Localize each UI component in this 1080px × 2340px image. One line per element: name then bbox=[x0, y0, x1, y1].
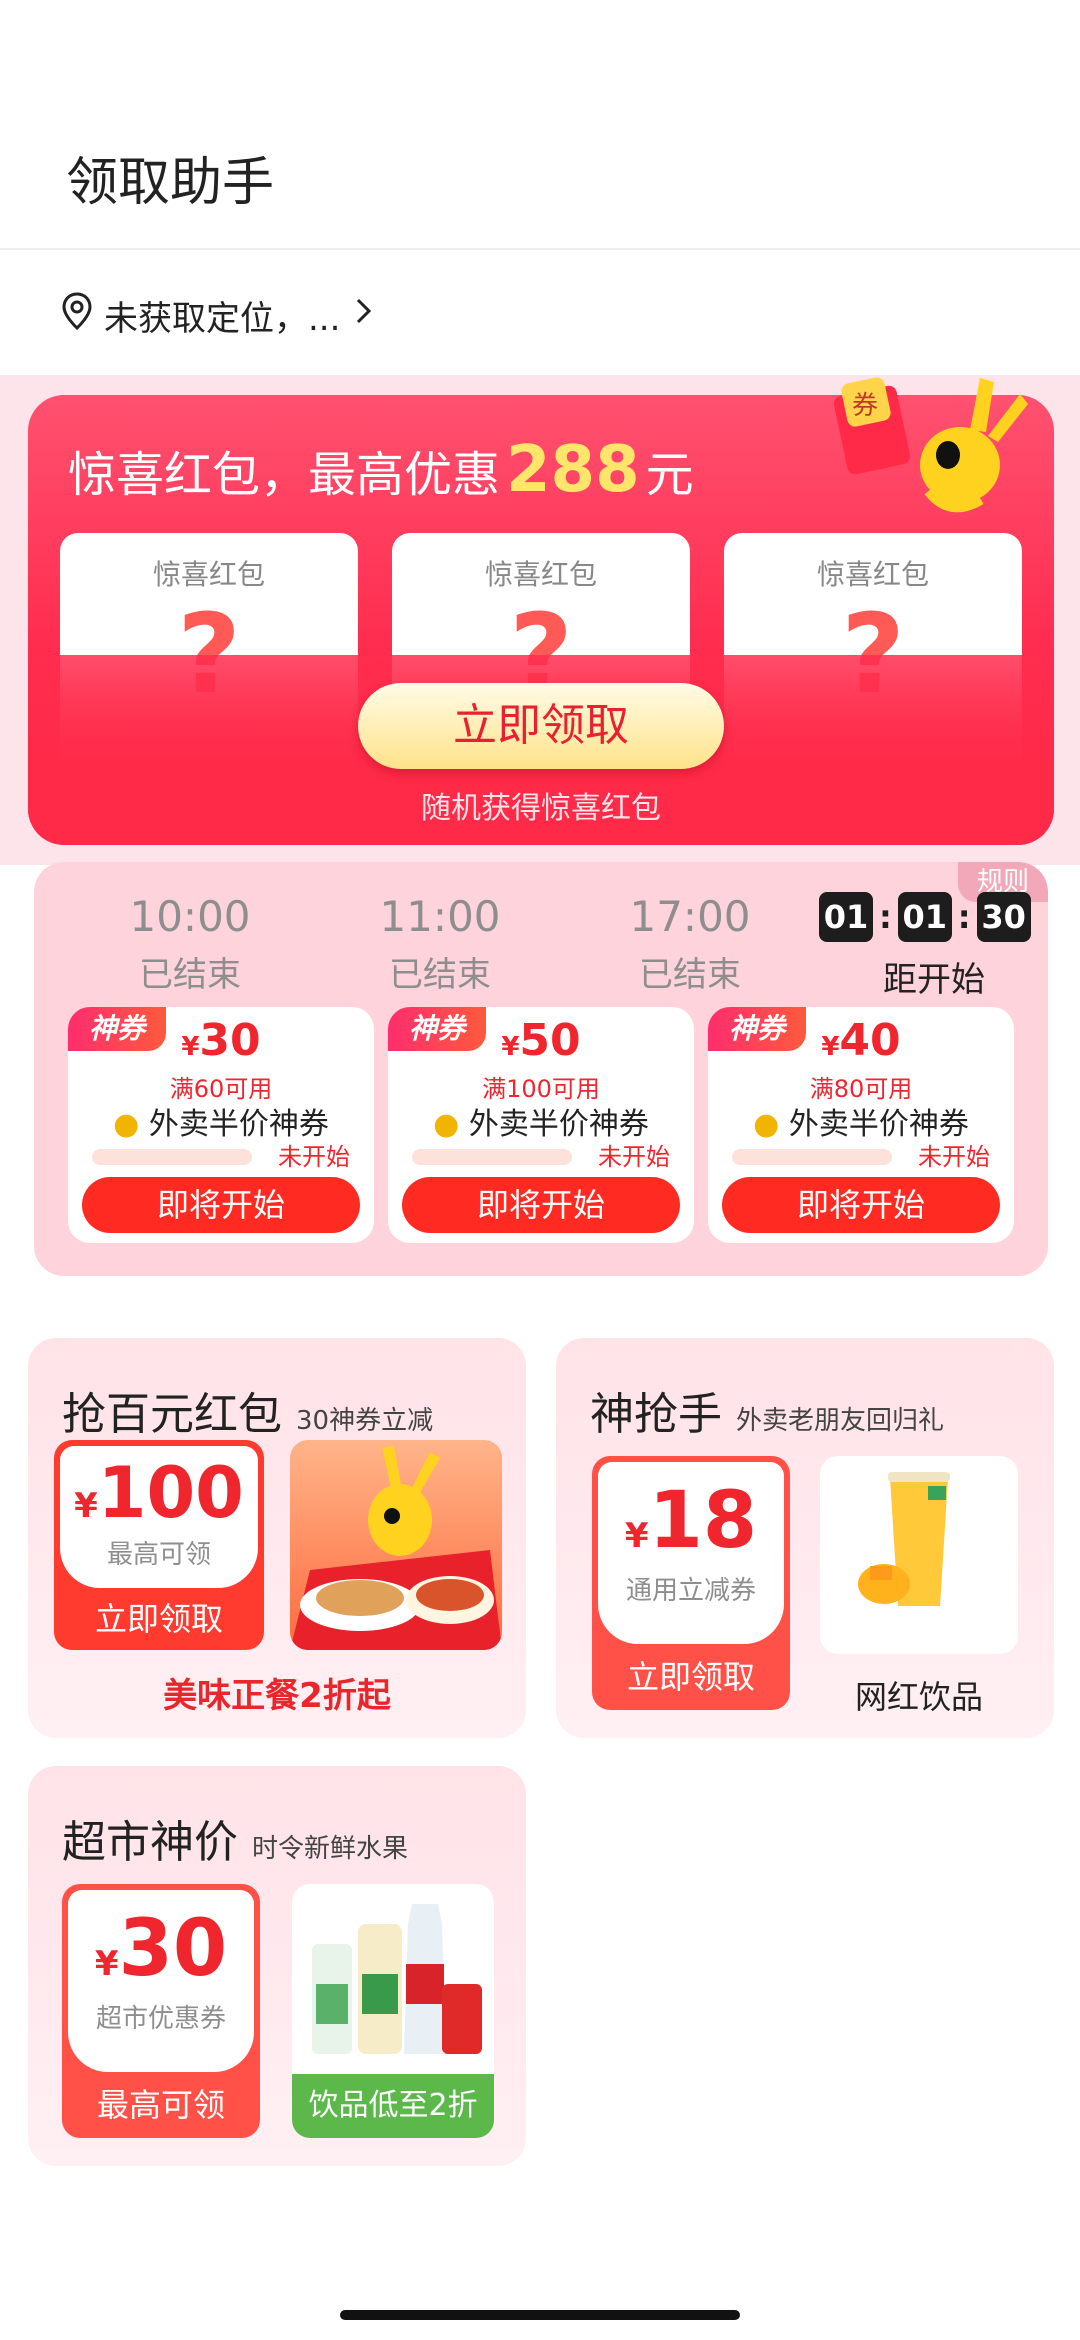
time-slot-time: 11:00 bbox=[379, 892, 501, 941]
time-slot[interactable]: 11:00 已结束 bbox=[330, 892, 550, 996]
hero-title-amount: 288 bbox=[506, 433, 640, 507]
location-text: 未获取定位，... bbox=[104, 298, 341, 339]
countdown-separator: : bbox=[957, 898, 971, 936]
coupon-amount: ¥40 bbox=[821, 1015, 901, 1066]
promo-caption: 饮品低至2折 bbox=[292, 2074, 494, 2138]
hero-title: 惊喜红包，最高优惠 288 元 bbox=[68, 433, 694, 507]
beverages-image[interactable]: 饮品低至2折 bbox=[292, 1884, 494, 2138]
countdown-hours: 01 bbox=[819, 892, 873, 942]
countdown-separator: : bbox=[879, 898, 892, 936]
progress-bar bbox=[92, 1149, 252, 1165]
mystery-slot-label: 惊喜红包 bbox=[152, 558, 265, 591]
coupon-badge-text: 券 bbox=[852, 391, 878, 421]
progress-bar bbox=[732, 1149, 892, 1165]
countdown-timer: 01 : 01 : 30 bbox=[819, 892, 1031, 942]
coupon-state: 未开始 bbox=[278, 1143, 350, 1171]
redpacket-coupon-body: ¥100 最高可领 bbox=[60, 1446, 258, 1588]
coming-soon-button[interactable]: 即将开始 bbox=[82, 1177, 360, 1233]
time-slot[interactable]: 10:00 已结束 bbox=[80, 892, 300, 996]
time-slot-status: 已结束 bbox=[639, 955, 741, 995]
rabbit-icon: ● bbox=[113, 1107, 140, 1142]
card-title-main: 抢百元红包 bbox=[62, 1389, 282, 1440]
hero-subtitle: 随机获得惊喜红包 bbox=[421, 791, 661, 826]
flash-coupon-card[interactable]: 神券 ¥40 满80可用 ● 外卖半价神券 未开始 即将开始 bbox=[708, 1007, 1014, 1243]
claim-button[interactable]: 立即领取 bbox=[592, 1644, 790, 1710]
time-slot-time: 10:00 bbox=[129, 892, 251, 941]
coupon-amount: ¥100 bbox=[74, 1452, 244, 1534]
hongbao-card[interactable]: 抢百元红包 30神券立减 ¥100 最高可领 立即领取 美味正餐2折起 bbox=[28, 1338, 526, 1738]
coupon-state: 未开始 bbox=[598, 1143, 670, 1171]
shenqiangshou-card[interactable]: 神抢手 外卖老朋友回归礼 ¥18 通用立减券 立即领取 网红饮品 bbox=[556, 1338, 1054, 1738]
chevron-right-icon bbox=[354, 295, 384, 335]
time-slot[interactable]: 17:00 已结束 bbox=[580, 892, 800, 996]
coupon-caption: 最高可领 bbox=[106, 1540, 211, 1570]
coupon-amount: ¥30 bbox=[181, 1015, 261, 1066]
flash-coupon-card[interactable]: 神券 ¥30 满60可用 ● 外卖半价神券 未开始 即将开始 bbox=[68, 1007, 374, 1243]
product-label: 网红饮品 bbox=[854, 1678, 983, 1716]
page-title: 领取助手 bbox=[66, 153, 275, 213]
card-title: 神抢手 外卖老朋友回归礼 bbox=[590, 1378, 944, 1442]
countdown-seconds: 30 bbox=[976, 892, 1031, 942]
card-title-sub: 时令新鲜水果 bbox=[252, 1834, 409, 1864]
claim-button[interactable]: 最高可领 bbox=[62, 2072, 260, 2138]
card-title-main: 神抢手 bbox=[590, 1389, 722, 1440]
mystery-slot-label: 惊喜红包 bbox=[816, 558, 929, 591]
card-footer-slogan: 美味正餐2折起 bbox=[163, 1676, 391, 1716]
coming-soon-button[interactable]: 即将开始 bbox=[402, 1177, 680, 1233]
countdown-label: 距开始 bbox=[883, 960, 985, 1000]
flash-coupon-card[interactable]: 神券 ¥50 满100可用 ● 外卖半价神券 未开始 即将开始 bbox=[388, 1007, 694, 1243]
supermarket-coupon[interactable]: ¥30 超市优惠券 最高可领 bbox=[62, 1884, 260, 2138]
coupon-amount: ¥18 bbox=[624, 1476, 758, 1566]
general-coupon-body: ¥18 通用立减券 bbox=[598, 1462, 784, 1644]
progress-bar bbox=[412, 1149, 572, 1165]
location-pin-icon bbox=[60, 291, 104, 340]
card-title-sub: 外卖老朋友回归礼 bbox=[736, 1406, 945, 1436]
mystery-slot-label: 惊喜红包 bbox=[484, 558, 597, 591]
home-indicator[interactable] bbox=[340, 2310, 740, 2320]
app-header: 领取助手 bbox=[0, 0, 1080, 250]
coming-soon-button[interactable]: 即将开始 bbox=[722, 1177, 1000, 1233]
card-title: 超市神价 时令新鲜水果 bbox=[62, 1806, 408, 1870]
location-selector[interactable]: 未获取定位，... bbox=[60, 285, 384, 345]
time-slot-time: 17:00 bbox=[629, 892, 751, 941]
coupon-caption: 通用立减券 bbox=[625, 1576, 756, 1606]
supermarket-coupon-body: ¥30 超市优惠券 bbox=[68, 1890, 254, 2072]
countdown-minutes: 01 bbox=[897, 892, 952, 942]
supermarket-card[interactable]: 超市神价 时令新鲜水果 ¥30 超市优惠券 最高可领 饮品低至2折 bbox=[28, 1766, 526, 2166]
time-slot-status: 已结束 bbox=[389, 955, 491, 995]
card-title-sub: 30神券立减 bbox=[296, 1406, 434, 1436]
time-slot-status: 已结束 bbox=[139, 955, 241, 995]
redpacket-coupon[interactable]: ¥100 最高可领 立即领取 bbox=[54, 1440, 264, 1650]
rabbit-icon: ● bbox=[753, 1107, 780, 1142]
rabbit-icon: ● bbox=[433, 1107, 460, 1142]
mascot-illustration: 券 bbox=[830, 370, 1030, 520]
general-coupon[interactable]: ¥18 通用立减券 立即领取 bbox=[592, 1456, 790, 1710]
drink-image[interactable] bbox=[820, 1456, 1018, 1654]
flash-sale-panel: 规则 10:00 已结束 11:00 已结束 17:00 已结束 01 : 01… bbox=[34, 862, 1048, 1276]
claim-button[interactable]: 立即领取 bbox=[54, 1588, 264, 1650]
food-image[interactable] bbox=[290, 1440, 502, 1650]
hero-title-text: 惊喜红包，最高优惠 bbox=[68, 447, 501, 503]
coupon-state: 未开始 bbox=[918, 1143, 990, 1171]
coupon-amount: ¥30 bbox=[94, 1904, 228, 1994]
claim-now-button[interactable]: 立即领取 bbox=[358, 683, 724, 769]
hero-title-unit: 元 bbox=[645, 447, 694, 503]
card-title-main: 超市神价 bbox=[62, 1817, 238, 1868]
coupon-caption: 超市优惠券 bbox=[95, 2004, 226, 2034]
coupon-amount: ¥50 bbox=[501, 1015, 581, 1066]
card-title: 抢百元红包 30神券立减 bbox=[62, 1378, 433, 1442]
